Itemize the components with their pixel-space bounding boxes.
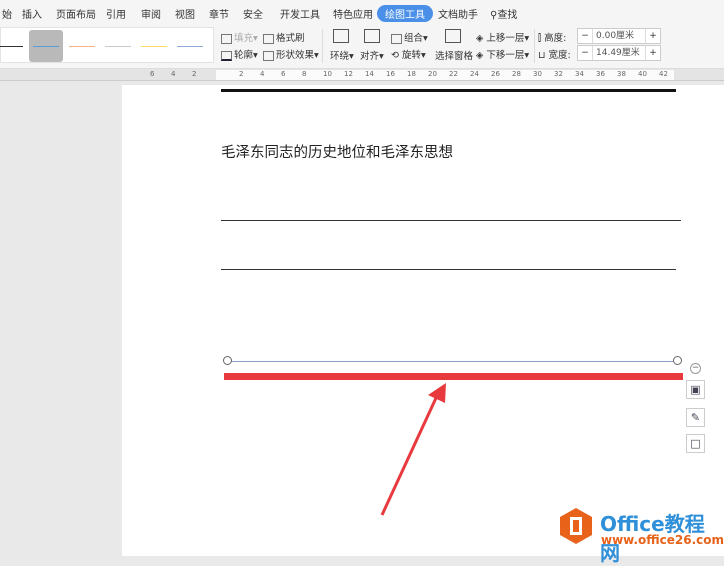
watermark-url: www.office26.com [601,533,724,547]
layout-icon: ▣ [690,383,701,396]
pen-icon: ✎ [690,411,701,424]
annotation-arrow [380,383,446,516]
layout-options-button[interactable]: ▣ [686,380,705,399]
outline-style-button[interactable]: □ [686,434,705,453]
edit-line-button[interactable]: ✎ [686,408,705,427]
outline-icon: □ [690,437,701,450]
collapse-icon[interactable]: − [690,363,701,374]
office-logo-icon [560,508,592,544]
